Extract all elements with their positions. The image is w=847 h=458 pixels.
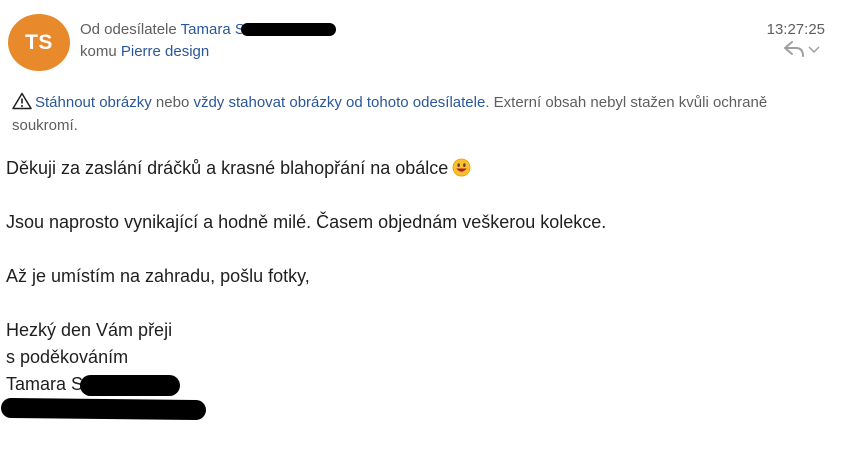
body-line: Jsou naprosto vynikající a hodně milé. Č…: [6, 212, 607, 232]
grinning-face-emoji-icon: [452, 158, 471, 177]
chevron-down-icon[interactable]: [808, 44, 820, 54]
body-line: Děkuji za zaslání dráčků a krasné blahop…: [6, 155, 606, 182]
reply-icon[interactable]: [783, 40, 805, 58]
infobar-conjunction: nebo: [151, 94, 194, 111]
body-text: Děkuji za zaslání dráčků a krasné blahop…: [6, 158, 449, 178]
redaction-mark: [240, 22, 336, 36]
received-time: 13:27:25: [766, 21, 825, 38]
signature-greeting: Hezký den Vám přeji: [6, 320, 173, 340]
signature-thanks: s poděkováním: [6, 347, 129, 367]
email-reading-pane: TS Od odesílatele Tamara S komu Pierre d…: [0, 0, 847, 458]
to-prefix: komu: [80, 43, 117, 60]
body-line: Až je umístím na zahradu, pošlu fotky,: [6, 266, 310, 286]
from-prefix: Od odesílatele: [80, 21, 177, 38]
sender-name[interactable]: Tamara S: [181, 21, 245, 38]
warning-icon: [12, 92, 32, 110]
blocked-content-infobar: Stáhnout obrázky nebo vždy stahovat obrá…: [12, 91, 792, 137]
avatar-initials: TS: [25, 30, 53, 54]
redaction-mark: [80, 375, 180, 396]
download-images-link[interactable]: Stáhnout obrázky: [35, 94, 152, 111]
message-body: Děkuji za zaslání dráčků a krasné blahop…: [6, 155, 606, 398]
always-download-link[interactable]: vždy stahovat obrázky od tohoto odesílat…: [193, 94, 485, 111]
sender-avatar[interactable]: TS: [8, 14, 70, 71]
recipient-name[interactable]: Pierre design: [121, 43, 209, 60]
from-line: Od odesílatele Tamara S: [80, 21, 336, 38]
to-line: komu Pierre design: [80, 43, 209, 60]
redaction-mark: [0, 397, 207, 421]
